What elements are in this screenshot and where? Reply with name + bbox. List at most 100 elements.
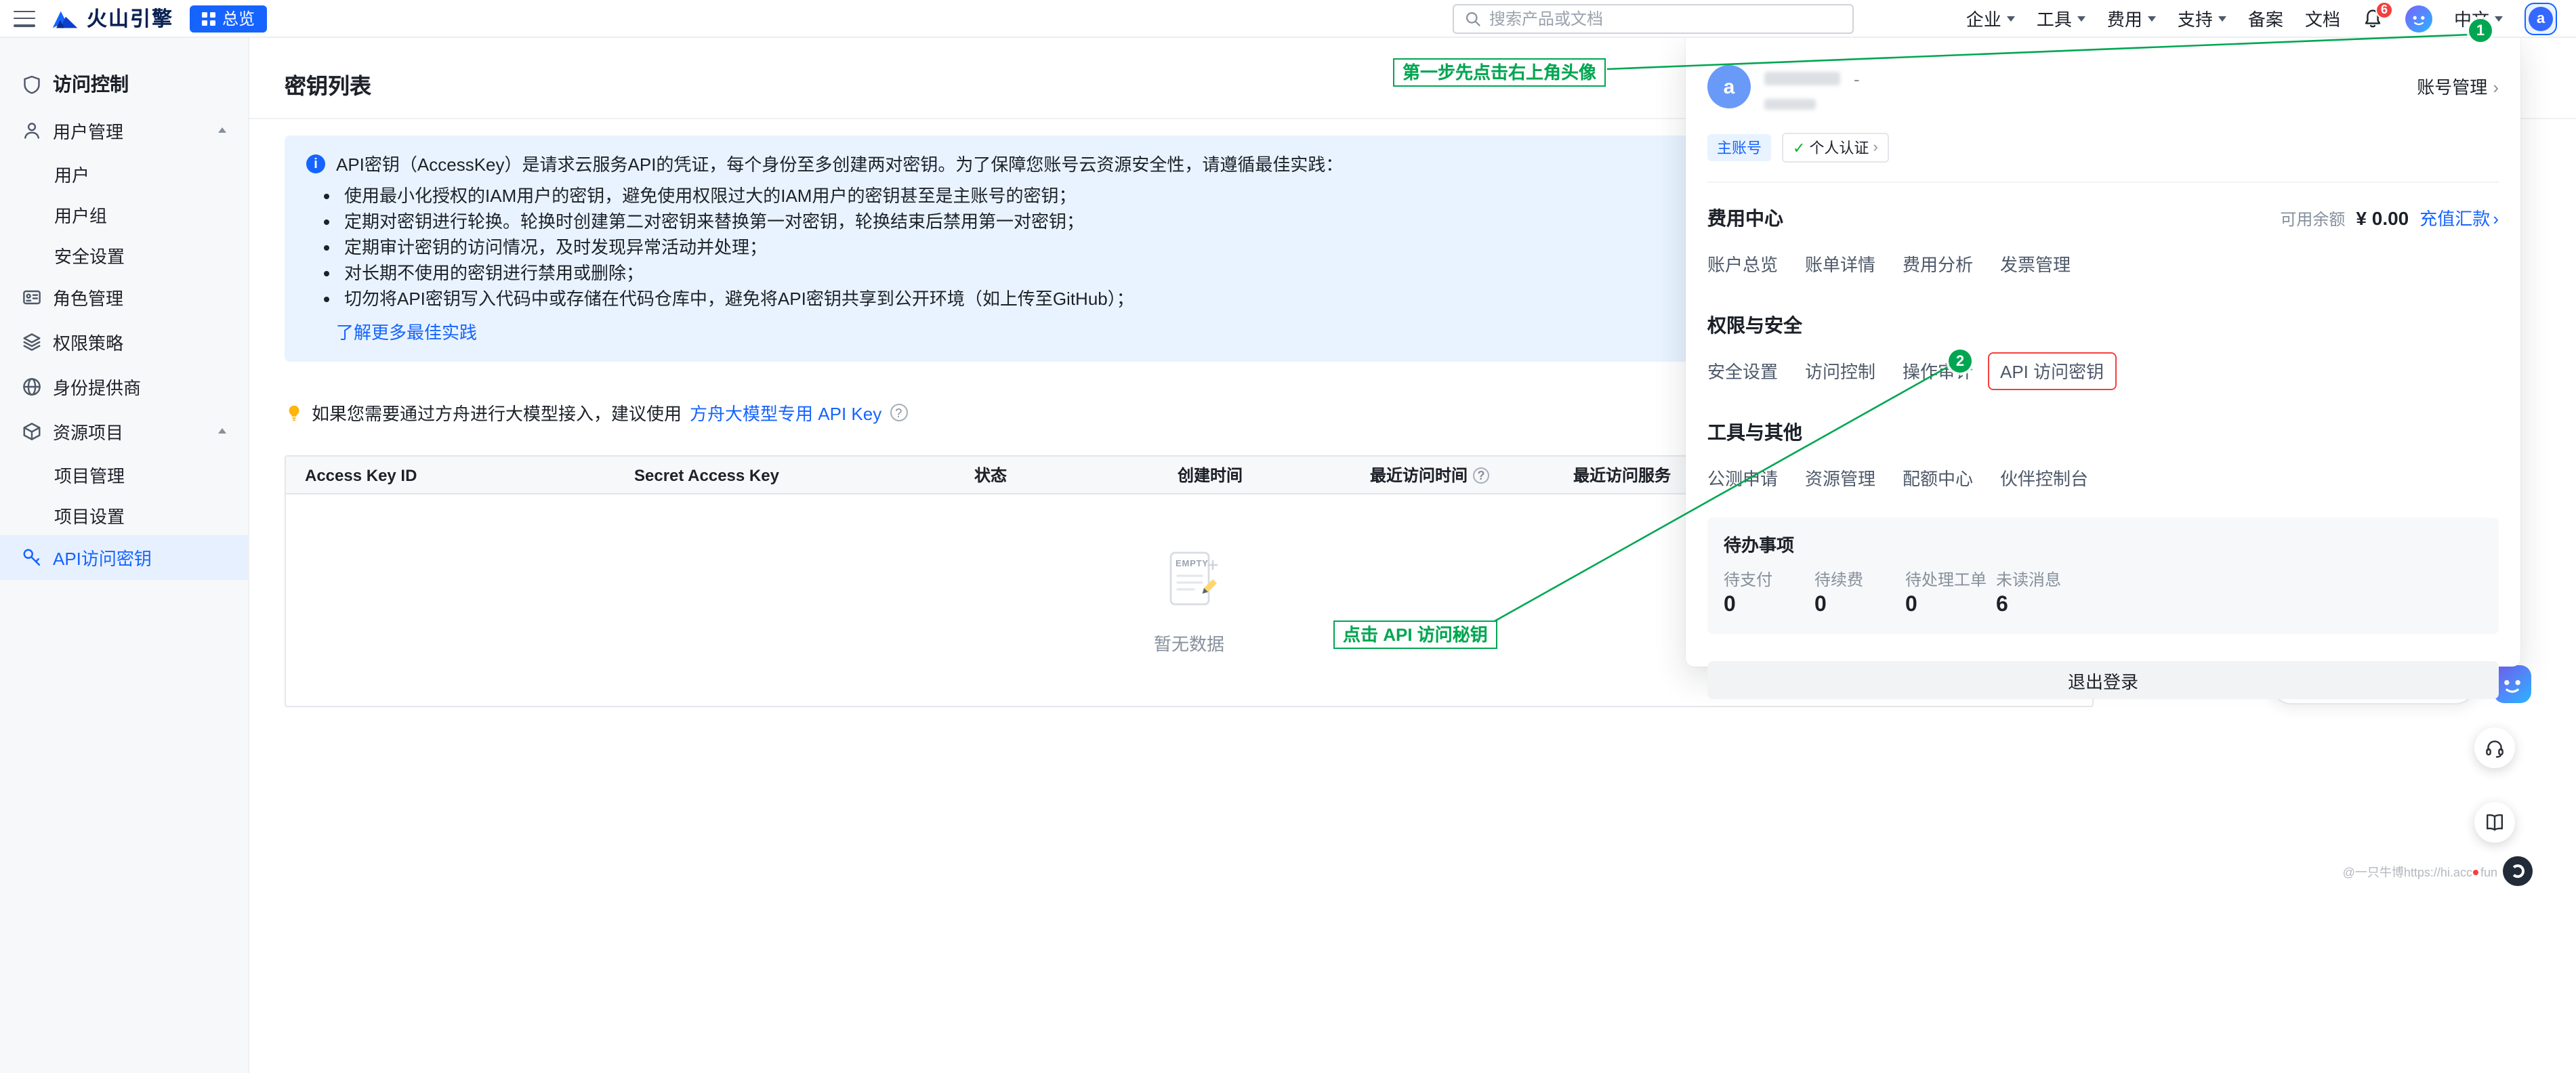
id-card-icon: [22, 287, 42, 308]
ark-tip-text: 如果您需要通过方舟进行大模型接入，建议使用: [312, 400, 682, 425]
section-header-security: 权限与安全: [1707, 312, 2499, 339]
sidebar: 访问控制 用户管理 用户 用户组 安全设置 角色管理 权限策略 身份提供商 资源…: [0, 38, 249, 1073]
todo-box: 待办事项 待支付 0 待续费 0 待处理工单 0 未读消息 6: [1707, 518, 2499, 634]
redacted-account-name: [1764, 72, 1840, 85]
todo-stat-pending-payment[interactable]: 待支付 0: [1724, 568, 1814, 618]
nav-item-icp-filing[interactable]: 备案: [2248, 5, 2283, 31]
sidebar-item-project-management[interactable]: 项目管理: [0, 454, 248, 495]
docs-helper-button[interactable]: [2474, 802, 2515, 843]
todo-stat-pending-tickets[interactable]: 待处理工单 0: [1905, 568, 1996, 618]
watermark-logo: [2503, 856, 2533, 886]
panel-link-access-control[interactable]: 访问控制: [1805, 358, 1875, 383]
shield-icon: [22, 74, 42, 94]
sidebar-item-permission-policies[interactable]: 权限策略: [0, 320, 248, 364]
volcengine-logo[interactable]: 火山引擎: [51, 4, 173, 33]
search-icon: [1465, 11, 1481, 27]
globe-icon: [22, 377, 42, 397]
sidebar-title-label: 访问控制: [53, 70, 129, 98]
assistant-avatar[interactable]: [2493, 665, 2531, 703]
banner-intro: API密钥（AccessKey）是请求云服务API的凭证，每个身份至多创建两对密…: [336, 152, 1343, 177]
verified-badge[interactable]: 个人认证: [1782, 133, 1889, 163]
todo-header: 待办事项: [1724, 535, 1794, 555]
todo-stat-pending-renewal[interactable]: 待续费 0: [1814, 568, 1905, 618]
chevron-up-icon: [218, 123, 226, 133]
sidebar-item-users[interactable]: 用户: [0, 153, 248, 194]
panel-link-beta-application[interactable]: 公测申请: [1707, 465, 1778, 490]
nav-item-docs[interactable]: 文档: [2305, 5, 2340, 31]
panel-link-cost-analysis[interactable]: 费用分析: [1903, 251, 1973, 276]
svg-text:EMPTY: EMPTY: [1175, 557, 1208, 568]
cube-icon: [22, 421, 42, 442]
empty-state-illustration: EMPTY: [1152, 545, 1226, 621]
search-box: [1453, 4, 1854, 34]
nav-item-tools[interactable]: 工具: [2037, 5, 2085, 31]
avatar: a: [2529, 6, 2553, 30]
overview-button[interactable]: 总览: [190, 5, 267, 32]
col-secret-access-key: Secret Access Key: [615, 457, 955, 493]
sidebar-title-access-control[interactable]: 访问控制: [0, 60, 248, 108]
annotation-badge-2: 2: [1949, 350, 1972, 373]
sidebar-item-user-management[interactable]: 用户管理: [0, 108, 248, 153]
chevron-up-icon: [218, 424, 226, 434]
panel-link-resource-management[interactable]: 资源管理: [1805, 465, 1875, 490]
nav-item-enterprise[interactable]: 企业: [1966, 5, 2015, 31]
sidebar-item-role-management[interactable]: 角色管理: [0, 275, 248, 320]
chevron-down-icon: [2218, 16, 2226, 26]
account-manage-link[interactable]: 账号管理: [2417, 73, 2499, 99]
nav-item-support[interactable]: 支持: [2178, 5, 2226, 31]
todo-stat-unread-messages[interactable]: 未读消息 6: [1996, 568, 2482, 618]
volcano-icon: [51, 7, 79, 29]
col-status: 状态: [955, 457, 1159, 493]
help-icon[interactable]: [1473, 467, 1489, 483]
search-input[interactable]: [1489, 9, 1842, 28]
account-dropdown-panel: a - 账号管理 主账号 个人认证 费用中心 可用余额 ¥ 0.00 充值汇款: [1686, 38, 2520, 667]
panel-link-partner-console[interactable]: 伙伴控制台: [2000, 465, 2088, 490]
col-access-key-id: Access Key ID: [286, 457, 615, 493]
headset-icon: [2484, 737, 2506, 759]
layers-icon: [22, 332, 42, 352]
assistant-icon[interactable]: [2405, 5, 2432, 32]
notification-bell-button[interactable]: 6: [2362, 7, 2384, 29]
top-navbar: 火山引擎 总览 企业 工具 费用 支持 备案 文档: [0, 0, 2576, 38]
sidebar-item-resource-projects[interactable]: 资源项目: [0, 409, 248, 454]
ark-api-key-link[interactable]: 方舟大模型专用 API Key: [690, 400, 881, 425]
panel-link-quota-center[interactable]: 配额中心: [1903, 465, 1973, 490]
sidebar-item-api-access-keys[interactable]: API访问密钥: [0, 535, 248, 580]
panel-link-bill-details[interactable]: 账单详情: [1805, 251, 1875, 276]
sidebar-item-security-settings[interactable]: 安全设置: [0, 234, 248, 275]
annotation-badge-1: 1: [2469, 19, 2492, 42]
col-last-access-time: 最近访问时间: [1351, 457, 1554, 493]
chevron-down-icon: [2077, 16, 2085, 26]
logout-button[interactable]: 退出登录: [1707, 661, 2499, 699]
panel-link-account-overview[interactable]: 账户总览: [1707, 251, 1778, 276]
balance-amount: ¥ 0.00: [2356, 207, 2409, 229]
recharge-link[interactable]: 充值汇款: [2419, 205, 2499, 230]
panel-link-api-access-keys[interactable]: API 访问密钥: [1988, 352, 2116, 390]
primary-account-badge: 主账号: [1707, 134, 1771, 161]
notification-badge: 6: [2375, 1, 2393, 18]
sidebar-item-user-groups[interactable]: 用户组: [0, 194, 248, 234]
customer-service-button[interactable]: [2474, 728, 2515, 768]
avatar-button[interactable]: a: [2525, 2, 2557, 35]
bulb-icon: [285, 403, 304, 422]
sidebar-item-identity-providers[interactable]: 身份提供商: [0, 364, 248, 409]
book-icon: [2484, 812, 2506, 833]
account-identity: -: [1764, 65, 1860, 114]
best-practices-link[interactable]: 了解更多最佳实践: [336, 320, 477, 345]
panel-link-security-settings[interactable]: 安全设置: [1707, 358, 1778, 383]
watermark: @一只牛博https://hi.accfun: [2343, 863, 2497, 881]
panel-link-invoice-management[interactable]: 发票管理: [2000, 251, 2071, 276]
chevron-right-icon: [1873, 140, 1877, 156]
grid-icon: [202, 12, 215, 25]
chevron-down-icon: [2007, 16, 2015, 26]
annotation-step2-box: 点击 API 访问秘钥: [1333, 620, 1497, 649]
redacted-account-id: [1764, 99, 1816, 110]
help-icon[interactable]: [890, 404, 907, 421]
nav-item-billing[interactable]: 费用: [2107, 5, 2156, 31]
volcengine-console: 火山引擎 总览 企业 工具 费用 支持 备案 文档: [0, 0, 2576, 1073]
section-header-billing: 费用中心: [1707, 205, 1783, 232]
balance-label: 可用余额: [2280, 207, 2345, 230]
overview-label: 总览: [222, 7, 255, 30]
sidebar-item-project-settings[interactable]: 项目设置: [0, 495, 248, 535]
menu-icon[interactable]: [14, 10, 35, 26]
